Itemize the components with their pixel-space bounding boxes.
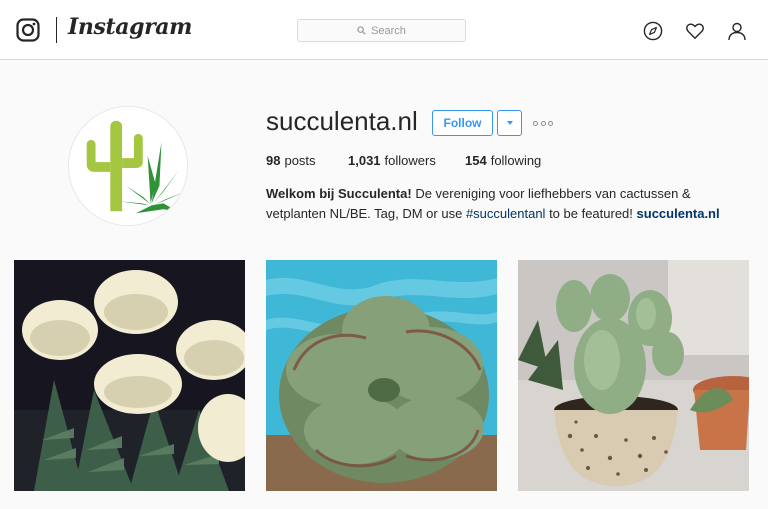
profile-full-name: Welkom bij Succulenta! (266, 186, 412, 201)
nav-divider (56, 17, 57, 43)
profile-stats: 98 posts 1,031 followers 154 following (266, 153, 541, 168)
heart-icon[interactable] (685, 21, 705, 41)
follow-button[interactable]: Follow (432, 110, 493, 136)
white-flowering-crassula-photo (14, 260, 245, 491)
frilly-echeveria-poolside-photo (266, 260, 497, 491)
succulenta-logo-image (69, 107, 187, 225)
bio-line: vetplanten NL/BE. Tag, DM or use #succul… (266, 204, 746, 224)
followers-count-label: followers (384, 153, 436, 168)
following-link[interactable]: 154 following (465, 153, 541, 168)
followers-count-value: 1,031 (348, 153, 381, 168)
caret-down-icon (506, 121, 513, 125)
profile-username: succulenta.nl (266, 106, 418, 136)
post-thumbnail[interactable] (14, 260, 245, 491)
posts-count-value: 98 (266, 153, 281, 168)
person-icon[interactable] (727, 21, 747, 41)
profile-avatar (68, 106, 188, 226)
dot-icon (548, 120, 553, 126)
bio-line: Welkom bij Succulenta! De vereniging voo… (266, 184, 746, 204)
post-thumbnail[interactable] (266, 260, 497, 491)
profile-bio: Welkom bij Succulenta! De vereniging voo… (266, 184, 746, 224)
search-placeholder: Search (371, 24, 406, 37)
search-input[interactable]: Search (297, 19, 466, 42)
following-count-value: 154 (465, 153, 487, 168)
bio-website-link[interactable]: succulenta.nl (637, 206, 720, 221)
bio-text: to be featured! (549, 206, 633, 221)
posts-count: 98 posts (266, 153, 348, 168)
opuntia-cactus-in-pot-photo (518, 260, 749, 491)
followers-link[interactable]: 1,031 followers (348, 153, 465, 168)
bio-text: De vereniging voor liefhebbers van cactu… (415, 186, 691, 201)
instagram-glyph-icon[interactable] (16, 18, 40, 42)
dot-icon (540, 120, 546, 126)
top-navigation-bar: Instagram Search (0, 0, 768, 60)
bio-hashtag-link[interactable]: #succulentanl (466, 206, 546, 221)
compass-icon[interactable] (643, 21, 663, 41)
more-options-button[interactable] (533, 118, 553, 128)
posts-count-label: posts (284, 153, 316, 168)
suggestions-dropdown-button[interactable] (497, 110, 522, 136)
search-icon (357, 26, 366, 35)
instagram-wordmark-logo[interactable]: Instagram (68, 14, 192, 40)
dot-icon (533, 120, 538, 126)
bio-text: vetplanten NL/BE. Tag, DM or use (266, 206, 463, 221)
following-count-label: following (490, 153, 542, 168)
post-thumbnail[interactable] (518, 260, 749, 491)
